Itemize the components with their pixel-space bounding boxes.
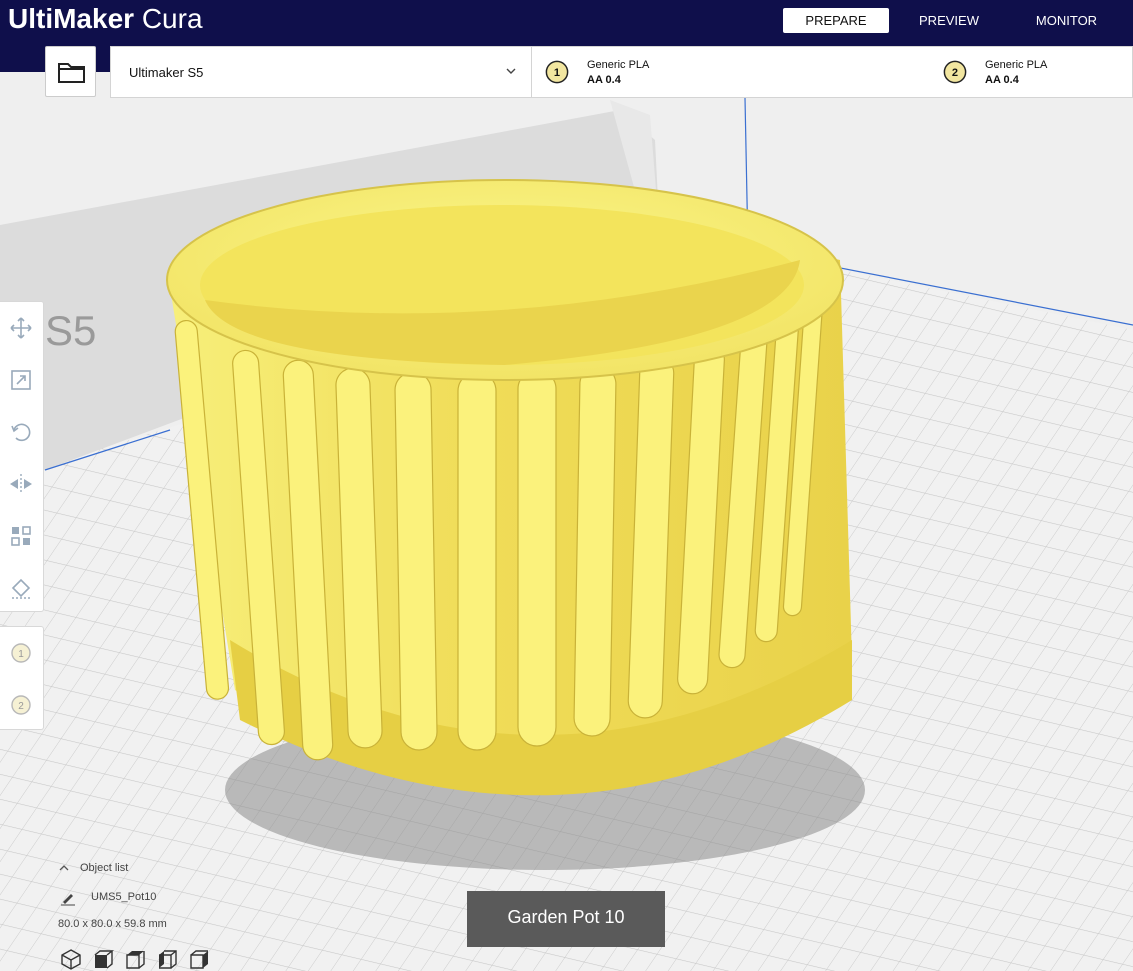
svg-text:1: 1 [554,67,560,79]
printer-name: Ultimaker S5 [129,65,204,80]
extruder-2-selector[interactable]: 2 Generic PLA AA 0.4 [943,47,1133,97]
printer-settings-bar: Ultimaker S5 1 Generic PLA AA 0.4 2 Gene… [110,46,1133,98]
object-name[interactable]: UMS5_Pot10 [91,891,156,903]
view-3d-icon[interactable] [60,948,82,970]
object-tooltip: Garden Pot 10 [467,891,665,947]
move-icon[interactable] [7,314,35,342]
tab-monitor[interactable]: MONITOR [1009,8,1124,33]
extruder-1-core: AA 0.4 [587,74,621,86]
view-front-icon[interactable] [92,948,114,970]
view-right-icon[interactable] [188,948,210,970]
build-plate-viewport[interactable]: S5 [0,72,1133,971]
view-left-icon[interactable] [156,948,178,970]
printer-selector[interactable]: Ultimaker S5 [111,47,532,97]
app-logo: UltiMaker Cura [8,3,203,34]
object-list-toggle[interactable]: Object list [58,862,128,874]
extruder-2-assign-icon[interactable]: 2 [7,691,35,719]
open-file-button[interactable] [45,46,96,97]
per-model-settings-icon[interactable] [7,522,35,550]
extruder-tool-panel: 1 2 [0,626,44,730]
folder-icon [58,63,85,83]
build-plate-label: S5 [45,307,96,354]
extruder-2-icon: 2 [943,60,967,84]
stage-tabs: PREPARE PREVIEW MONITOR [783,8,1124,33]
svg-text:2: 2 [952,67,958,79]
svg-text:2: 2 [18,701,24,712]
rotate-icon[interactable] [7,418,35,446]
chevron-up-icon [59,865,69,871]
svg-text:1: 1 [18,649,24,660]
extruder-2-material: Generic PLA [985,59,1048,71]
tab-preview[interactable]: PREVIEW [889,8,1009,33]
mirror-icon[interactable] [7,470,35,498]
support-blocker-icon[interactable] [7,574,35,602]
edit-name-icon[interactable] [60,890,76,906]
object-dimensions: 80.0 x 80.0 x 59.8 mm [58,918,167,930]
extruder-1-selector[interactable]: 1 Generic PLA AA 0.4 [545,47,925,97]
camera-view-buttons [60,948,210,970]
tool-panel [0,301,44,612]
scale-icon[interactable] [7,366,35,394]
extruder-1-material: Generic PLA [587,59,650,71]
extruder-2-core: AA 0.4 [985,74,1019,86]
garden-pot-model[interactable] [166,179,852,796]
extruder-1-icon: 1 [545,60,569,84]
tab-prepare[interactable]: PREPARE [783,8,889,33]
chevron-down-icon [506,68,516,74]
view-top-icon[interactable] [124,948,146,970]
extruder-1-assign-icon[interactable]: 1 [7,639,35,667]
